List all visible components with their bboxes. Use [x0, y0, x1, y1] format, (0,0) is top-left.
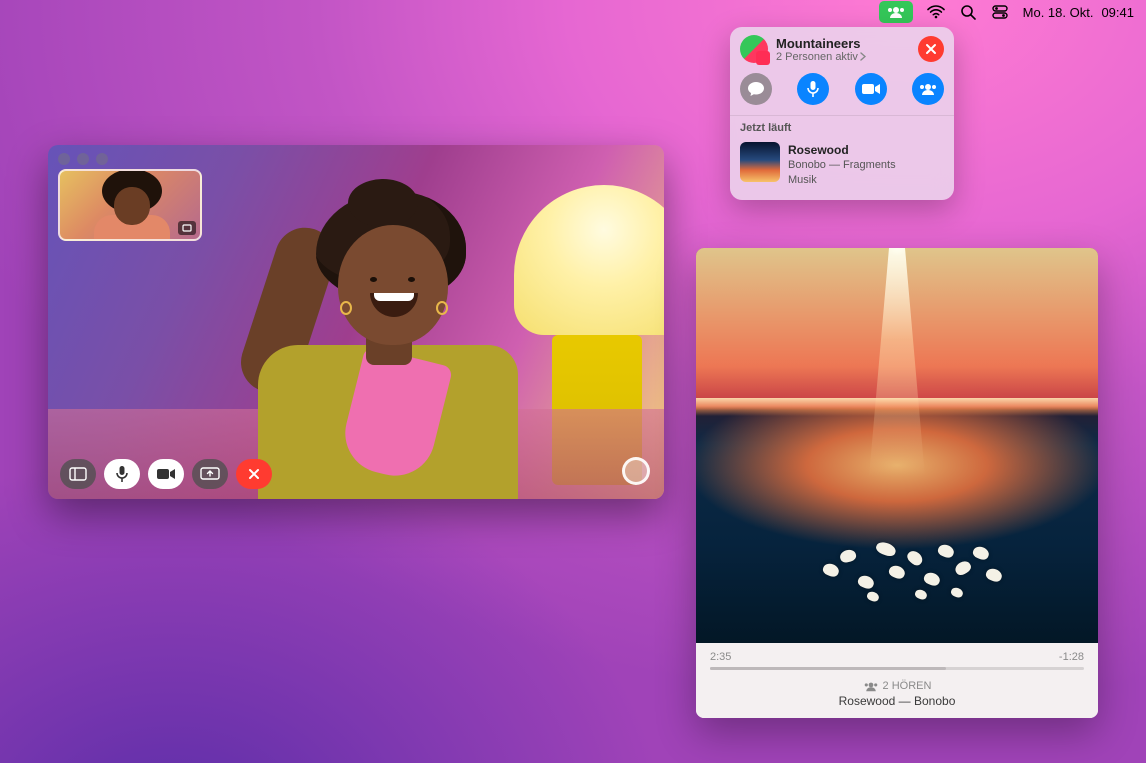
now-playing-label: Jetzt läuft	[730, 115, 954, 138]
album-art-thumbnail	[740, 142, 780, 182]
shareplay-listeners: 2 HÖREN	[710, 680, 1084, 692]
elapsed-time: 2:35	[710, 651, 731, 663]
microphone-icon	[807, 80, 819, 98]
pip-expand-icon[interactable]	[178, 221, 196, 235]
screen-share-icon	[200, 467, 220, 481]
spotlight-search-icon[interactable]	[959, 3, 977, 21]
video-call-button[interactable]	[855, 73, 887, 105]
speech-bubble-icon	[747, 81, 765, 97]
mute-button[interactable]	[104, 459, 140, 489]
wifi-icon[interactable]	[927, 3, 945, 21]
shareplay-now-playing[interactable]: Rosewood Bonobo — Fragments Musik	[730, 138, 954, 200]
shareplay-group-name: Mountaineers	[776, 36, 918, 51]
shareplay-status-indicator[interactable]	[879, 1, 913, 23]
shareplay-close-button[interactable]	[918, 36, 944, 62]
shareplay-people-icon	[863, 681, 879, 692]
control-center-icon[interactable]	[991, 3, 1009, 21]
microphone-icon	[116, 465, 128, 483]
sidebar-icon	[69, 467, 87, 481]
desktop-wallpaper: Mo. 18. Okt. 09:41 Mountaineers 2 Person…	[0, 0, 1146, 763]
close-icon	[248, 468, 260, 480]
shareplay-people-icon	[918, 82, 938, 96]
screen-share-button[interactable]	[192, 459, 228, 489]
album-artwork	[696, 248, 1098, 643]
playback-scrubber[interactable]	[710, 667, 1084, 670]
live-photo-shutter[interactable]	[622, 457, 650, 485]
group-avatar	[740, 35, 768, 63]
menubar-time: 09:41	[1101, 5, 1134, 20]
menubar-datetime[interactable]: Mo. 18. Okt. 09:41	[1023, 5, 1134, 20]
menubar: Mo. 18. Okt. 09:41	[871, 0, 1146, 24]
video-camera-icon	[861, 82, 881, 96]
menubar-date: Mo. 18. Okt.	[1023, 5, 1094, 20]
facetime-self-view[interactable]	[58, 169, 202, 241]
track-source: Musik	[788, 173, 896, 188]
shareplay-panel: Mountaineers 2 Personen aktiv	[730, 27, 954, 200]
video-camera-icon	[156, 467, 176, 481]
camera-toggle-button[interactable]	[148, 459, 184, 489]
track-title: Rosewood	[788, 142, 896, 158]
audio-call-button[interactable]	[797, 73, 829, 105]
remaining-time: -1:28	[1059, 651, 1084, 663]
facetime-window[interactable]	[48, 145, 664, 499]
music-player-window[interactable]: 2:35 -1:28 2 HÖREN Rosewood — Bonobo	[696, 248, 1098, 718]
sidebar-toggle-button[interactable]	[60, 459, 96, 489]
chevron-right-icon	[860, 52, 866, 61]
track-subtitle: Bonobo — Fragments	[788, 158, 896, 173]
end-call-button[interactable]	[236, 459, 272, 489]
shareplay-button[interactable]	[912, 73, 944, 105]
now-playing-track: Rosewood — Bonobo	[710, 694, 1084, 708]
shareplay-subtitle[interactable]: 2 Personen aktiv	[776, 51, 918, 63]
facetime-controls	[60, 459, 272, 489]
messages-button[interactable]	[740, 73, 772, 105]
